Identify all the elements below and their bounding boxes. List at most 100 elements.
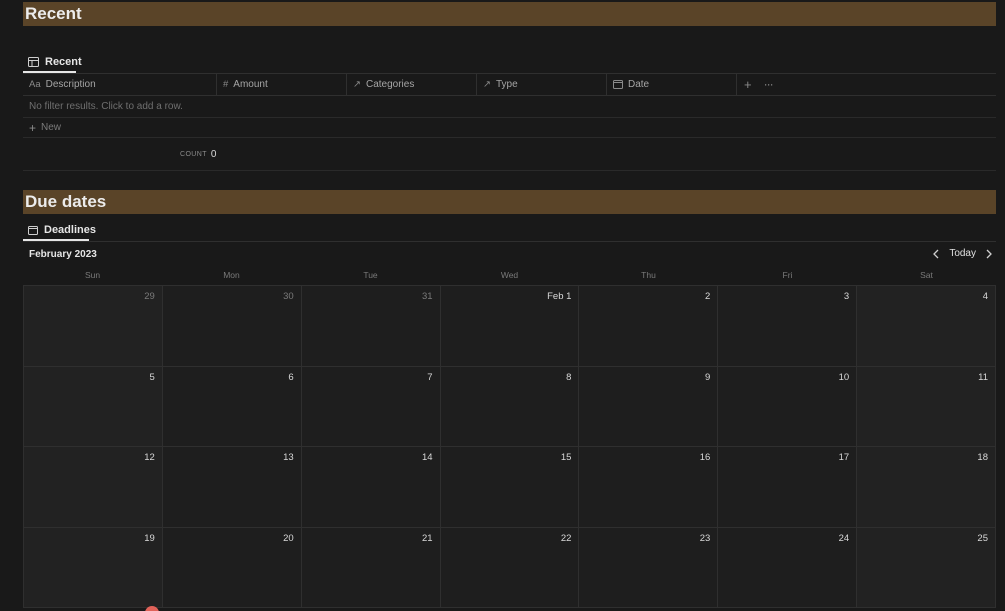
count-value: 0 xyxy=(210,148,217,160)
weekday-label: Fri xyxy=(782,270,793,280)
day-number: 23 xyxy=(699,532,711,544)
add-column-icon[interactable]: + xyxy=(744,77,752,92)
relation-icon: ↗ xyxy=(353,78,361,90)
day-number: 20 xyxy=(283,532,294,544)
day-number: 13 xyxy=(283,452,294,463)
calendar-day-cell[interactable]: 8 xyxy=(440,366,580,447)
section-heading-due-dates: Due dates xyxy=(23,190,996,214)
column-label: Categories xyxy=(365,78,415,90)
calendar-day-cell[interactable]: 23 xyxy=(579,527,719,608)
calendar-icon xyxy=(613,79,623,89)
chevron-left-icon[interactable] xyxy=(932,249,940,259)
column-label: Amount xyxy=(233,78,268,90)
day-number: 7 xyxy=(427,371,433,383)
tab-deadlines-calendar[interactable]: Deadlines xyxy=(23,221,96,241)
weekday-label: Wed xyxy=(500,270,519,280)
tab-divider xyxy=(23,241,996,242)
day-number: 31 xyxy=(421,291,433,302)
tab-recent-table[interactable]: Recent xyxy=(23,53,82,73)
section-heading-recent: Recent xyxy=(23,2,996,26)
day-number: 4 xyxy=(982,291,988,302)
weekday-label: Tue xyxy=(363,270,378,280)
calendar-day-cell[interactable]: 7 xyxy=(301,366,441,447)
day-number: 2 xyxy=(704,291,711,302)
calendar-day-cell[interactable]: 31 xyxy=(301,286,441,367)
column-amount[interactable]: # Amount xyxy=(217,73,347,95)
calendar-day-cell[interactable]: 12 xyxy=(24,447,163,528)
calendar-day-cell[interactable]: 30 xyxy=(162,286,302,367)
text-icon: Aa xyxy=(29,78,41,90)
day-number: 15 xyxy=(560,452,572,463)
table-header: Aa Description # Amount ↗ Categories ↗ T… xyxy=(23,73,996,96)
weekday-header: Sun Mon Tue Wed Thu Fri Sat xyxy=(23,270,996,280)
tab-label: Deadlines xyxy=(44,224,96,236)
day-number: 12 xyxy=(144,452,155,463)
day-number: 21 xyxy=(421,532,433,544)
day-number: 24 xyxy=(838,532,850,544)
column-label: Date xyxy=(628,78,650,90)
weekday-label: Sun xyxy=(84,270,101,280)
new-row-button[interactable]: + New xyxy=(23,118,996,138)
day-number: 8 xyxy=(566,371,572,383)
empty-filter-message[interactable]: No filter results. Click to add a row. xyxy=(23,96,996,118)
day-number: 3 xyxy=(843,291,850,302)
calendar-day-cell[interactable]: 2 xyxy=(579,286,719,367)
column-categories[interactable]: ↗ Categories xyxy=(347,73,477,95)
relation-icon: ↗ xyxy=(483,78,491,90)
column-label: Type xyxy=(495,78,518,90)
day-number: 17 xyxy=(838,452,850,463)
calendar-day-cell[interactable]: 10 xyxy=(718,366,858,447)
more-options-icon[interactable]: ··· xyxy=(764,77,774,91)
day-number: 19 xyxy=(144,532,155,544)
column-label: Description xyxy=(45,78,96,90)
day-number: 22 xyxy=(560,532,572,544)
day-number: 18 xyxy=(977,452,988,463)
calendar-day-cell[interactable]: 21 xyxy=(301,527,441,608)
calendar-day-cell[interactable]: 17 xyxy=(718,447,858,528)
today-button[interactable]: Today xyxy=(949,248,976,259)
day-number: 29 xyxy=(144,291,155,302)
month-title: February 2023 xyxy=(29,249,97,260)
calendar-day-cell[interactable]: 24 xyxy=(718,527,858,608)
calendar-day-cell[interactable]: 19 xyxy=(24,527,163,608)
calendar-day-cell[interactable]: 15 xyxy=(440,447,580,528)
plus-icon: + xyxy=(29,120,37,135)
calendar-day-cell[interactable]: 11 xyxy=(857,366,996,447)
calendar-day-cell[interactable]: 6 xyxy=(162,366,302,447)
day-number: 6 xyxy=(288,371,294,383)
calendar-day-cell[interactable]: 5 xyxy=(24,366,163,447)
calendar-day-cell[interactable]: 20 xyxy=(162,527,302,608)
day-number: 11 xyxy=(978,371,988,383)
day-number: 10 xyxy=(838,371,850,383)
day-number: 25 xyxy=(977,532,988,544)
calendar-day-cell[interactable]: 13 xyxy=(162,447,302,528)
calendar-navigation: Today xyxy=(932,248,993,259)
calendar-icon xyxy=(28,225,38,235)
day-number: 16 xyxy=(699,452,711,463)
new-label: New xyxy=(41,122,62,133)
column-description[interactable]: Aa Description xyxy=(23,73,217,95)
count-footer[interactable]: COUNT 0 xyxy=(23,138,996,171)
calendar-day-cell[interactable]: Feb 1 xyxy=(440,286,580,367)
calendar-day-cell[interactable]: 25 xyxy=(857,527,996,608)
tab-label: Recent xyxy=(45,56,82,68)
day-number: 14 xyxy=(421,452,433,463)
calendar-day-cell[interactable]: 14 xyxy=(301,447,441,528)
column-date[interactable]: Date xyxy=(607,73,737,95)
calendar-day-cell[interactable]: 22 xyxy=(440,527,580,608)
day-number: 30 xyxy=(283,291,294,302)
column-type[interactable]: ↗ Type xyxy=(477,73,607,95)
chevron-right-icon[interactable] xyxy=(985,249,993,259)
calendar-day-cell[interactable]: 18 xyxy=(857,447,996,528)
weekday-label: Sat xyxy=(920,270,933,280)
calendar-grid: 29 30 31 Feb 1 2 3 4 5 6 7 8 9 10 11 12 13 14 15 16 17 18 19 2… xyxy=(23,285,996,608)
weekday-label: Mon xyxy=(223,270,240,280)
calendar-day-cell[interactable]: 3 xyxy=(718,286,858,367)
weekday-label: Thu xyxy=(641,270,656,280)
calendar-day-cell[interactable]: 29 xyxy=(24,286,163,367)
day-number: 9 xyxy=(704,371,711,383)
calendar-day-cell[interactable]: 4 xyxy=(857,286,996,367)
calendar-day-cell[interactable]: 16 xyxy=(579,447,719,528)
number-icon: # xyxy=(223,78,229,90)
calendar-day-cell[interactable]: 9 xyxy=(579,366,719,447)
